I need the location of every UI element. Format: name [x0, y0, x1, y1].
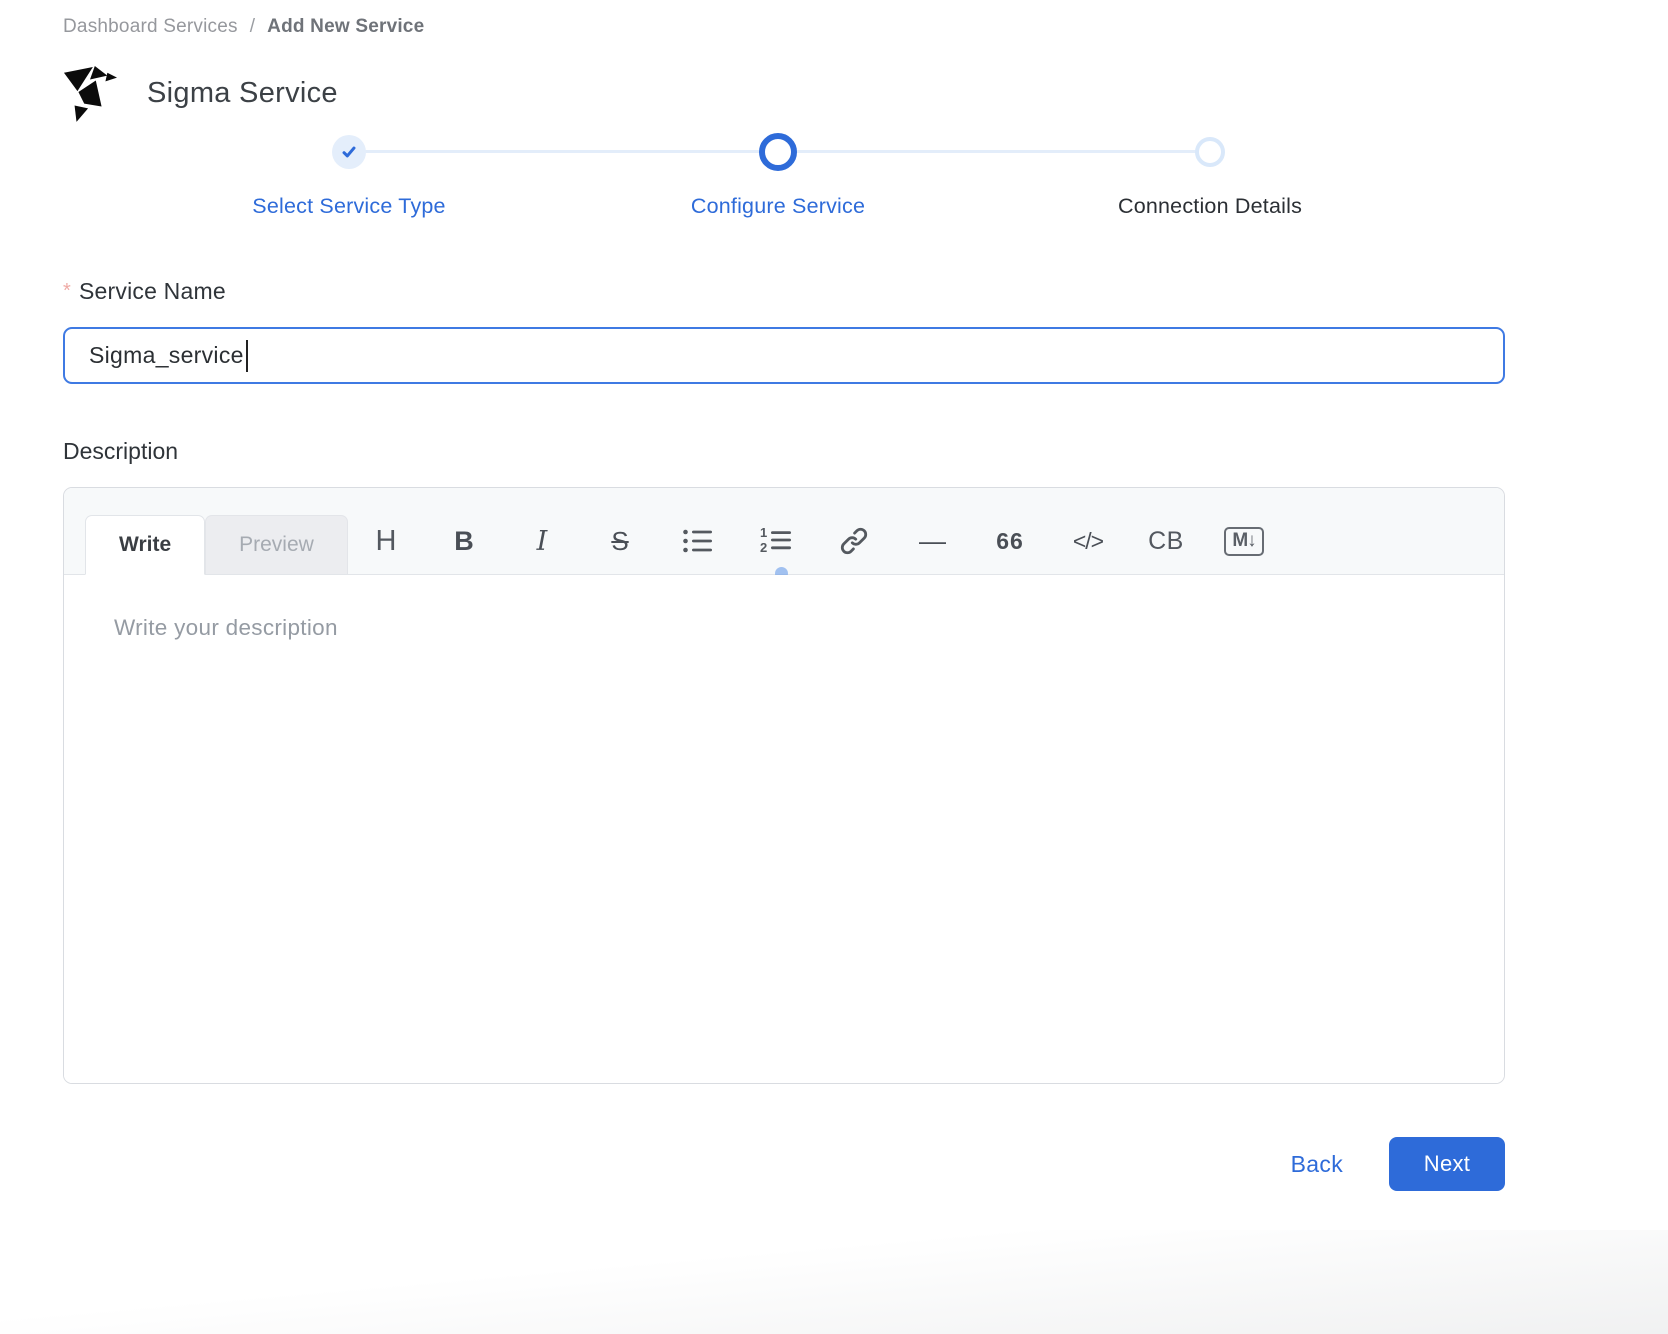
origami-bird-logo-icon [63, 64, 117, 122]
heading-icon: H [376, 525, 397, 558]
breadcrumb-separator: / [250, 16, 255, 38]
tab-preview[interactable]: Preview [205, 515, 348, 574]
quote-icon: 66 [996, 528, 1024, 555]
service-name-label-row: * Service Name [63, 278, 1505, 305]
editor-toolbar: H B I S 1 [366, 518, 1264, 564]
description-placeholder: Write your description [114, 615, 1454, 641]
service-name-label: Service Name [79, 278, 226, 304]
page-title: Sigma Service [147, 77, 338, 110]
bold-icon: B [454, 526, 474, 557]
italic-button[interactable]: I [522, 520, 562, 562]
markdown-mode-button[interactable]: M↓ [1224, 520, 1264, 562]
service-name-value: Sigma_service [89, 342, 244, 369]
breadcrumb-dashboard-services[interactable]: Dashboard Services [63, 16, 238, 38]
breadcrumb: Dashboard Services / Add New Service [63, 0, 1505, 38]
horizontal-rule-button[interactable]: — [912, 520, 952, 562]
italic-icon: I [537, 526, 548, 557]
required-marker: * [63, 280, 71, 302]
check-icon [340, 143, 358, 161]
description-textarea[interactable]: Write your description [64, 575, 1504, 1084]
markdown-icon: M↓ [1224, 527, 1263, 556]
strikethrough-icon: S [611, 526, 628, 557]
back-button[interactable]: Back [1291, 1151, 1343, 1178]
quote-button[interactable]: 66 [990, 520, 1030, 562]
wizard-stepper: Select Service Type Configure Service Co… [63, 134, 1505, 238]
description-label: Description [63, 438, 1505, 465]
step-label-connection-details[interactable]: Connection Details [1118, 194, 1302, 219]
description-editor: Write Preview H B I S [63, 487, 1505, 1084]
ordered-list-button[interactable]: 1 2 [756, 520, 796, 562]
breadcrumb-current: Add New Service [267, 16, 424, 38]
next-button[interactable]: Next [1389, 1137, 1505, 1191]
ordered-list-icon: 1 2 [760, 527, 792, 555]
code-icon: </> [1073, 528, 1103, 555]
footer-actions: Back Next [63, 1136, 1505, 1192]
strikethrough-button[interactable]: S [600, 520, 640, 562]
step-3-circle-upcoming[interactable] [1195, 137, 1225, 167]
step-2-circle-active[interactable] [759, 133, 797, 171]
service-name-input[interactable]: Sigma_service [63, 327, 1505, 384]
editor-header: Write Preview H B I S [64, 488, 1504, 575]
code-block-icon: CB [1148, 527, 1184, 556]
svg-text:1: 1 [760, 527, 767, 540]
code-block-button[interactable]: CB [1146, 520, 1186, 562]
svg-text:2: 2 [760, 540, 767, 555]
add-new-service-page: Dashboard Services / Add New Service Sig… [0, 0, 1668, 1334]
heading-button[interactable]: H [366, 520, 406, 562]
unordered-list-icon [682, 527, 714, 555]
code-button[interactable]: </> [1068, 520, 1108, 562]
step-label-configure-service[interactable]: Configure Service [691, 194, 865, 219]
step-label-select-service-type[interactable]: Select Service Type [252, 194, 445, 219]
editor-tabs: Write Preview [85, 515, 348, 574]
bold-button[interactable]: B [444, 520, 484, 562]
title-row: Sigma Service [63, 64, 1505, 122]
step-1-circle-completed[interactable] [332, 135, 366, 169]
tab-write[interactable]: Write [85, 515, 205, 575]
horizontal-rule-icon: — [919, 526, 945, 557]
link-icon [839, 526, 869, 556]
link-button[interactable] [834, 520, 874, 562]
text-caret [246, 340, 248, 372]
unordered-list-button[interactable] [678, 520, 718, 562]
